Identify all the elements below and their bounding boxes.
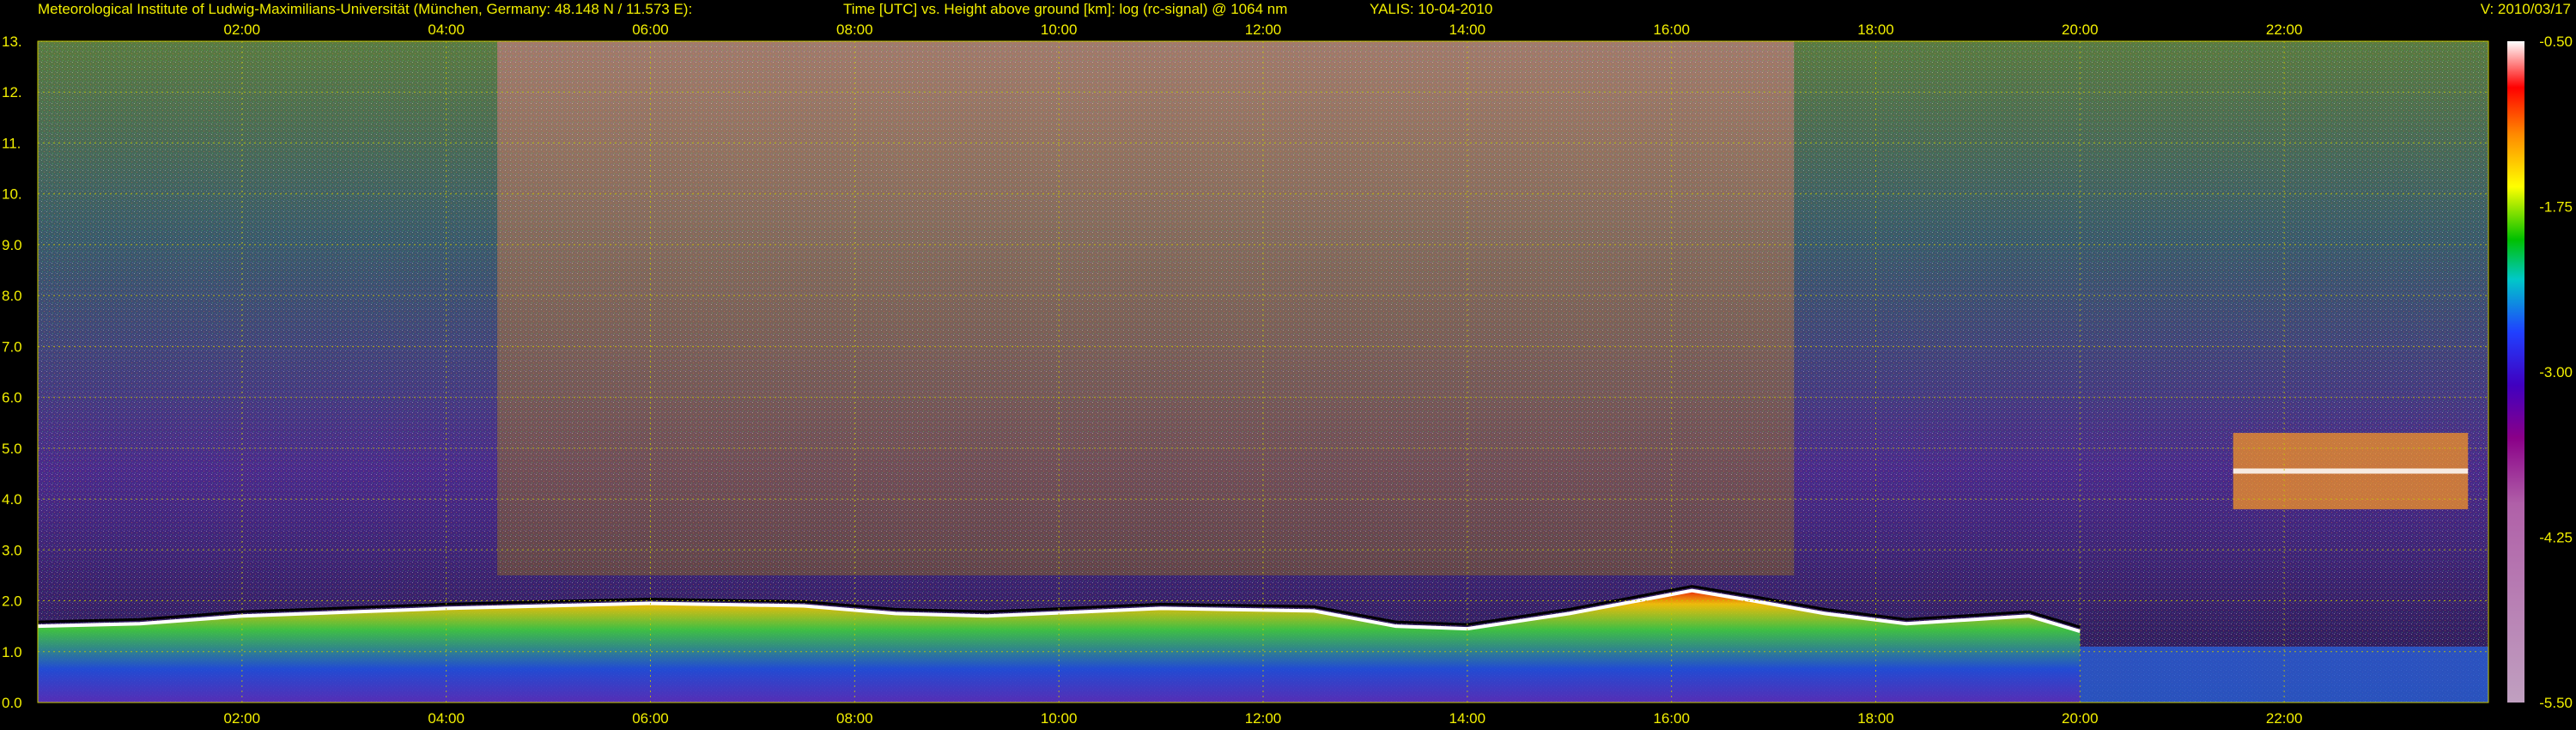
lidar-chart: 02:00 04:00 06:00 08:00 10:00 12:00 14:00 16:00… [2,21,2573,727]
x-tick-label-top: 06:00 [632,21,669,38]
y-tick-label: 9.0 [2,237,22,253]
x-tick-label-bottom: 10:00 [1041,710,1078,727]
x-tick-label-bottom: 08:00 [836,710,873,727]
x-tick-label-bottom: 22:00 [2266,710,2303,727]
x-tick-label-bottom: 06:00 [632,710,669,727]
x-tick-label-top: 14:00 [1449,21,1486,38]
y-axis: 0.0 1.0 2.0 3.0 4.0 5.0 6.0 7.0 8.0 9.0 10. 11. 12. 1… [2,33,22,711]
y-tick-label: 2.0 [2,593,22,610]
colorbar-tick-label: -1.75 [2539,199,2573,216]
x-tick-label-top: 08:00 [836,21,873,38]
y-tick-label: 0.0 [2,695,22,711]
colorbar-tick-label: -0.50 [2539,33,2573,50]
colorbar: -0.50 -1.75 -3.00 -4.25 -5.50 [2507,33,2573,711]
x-axis-bottom: 02:00 04:00 06:00 08:00 10:00 12:00 14:00 16:00… [224,710,2303,727]
x-tick-label-bottom: 16:00 [1653,710,1690,727]
cloud-layer-core [2233,468,2469,474]
x-tick-label-bottom: 04:00 [428,710,465,727]
x-tick-label-top: 18:00 [1857,21,1894,38]
x-tick-label-bottom: 20:00 [2062,710,2099,727]
x-tick-label-top: 04:00 [428,21,465,38]
x-tick-label-top: 10:00 [1041,21,1078,38]
x-tick-label-top: 16:00 [1653,21,1690,38]
colorbar-tick-label: -3.00 [2539,364,2573,380]
y-tick-label: 7.0 [2,338,22,355]
colorbar-tick-label: -4.25 [2539,530,2573,546]
y-tick-label: 1.0 [2,644,22,660]
y-tick-label: 8.0 [2,288,22,304]
y-tick-label: 10. [2,186,22,203]
y-tick-label: 13. [2,33,22,50]
colorbar-tick-label: -5.50 [2539,695,2573,711]
colorbar-scale [2507,41,2524,703]
x-tick-label-bottom: 12:00 [1245,710,1282,727]
y-tick-label: 3.0 [2,542,22,558]
x-tick-label-top: 22:00 [2266,21,2303,38]
cloud-layer [2233,433,2469,509]
x-tick-label-top: 02:00 [224,21,261,38]
y-tick-label: 12. [2,84,22,100]
x-axis-top: 02:00 04:00 06:00 08:00 10:00 12:00 14:00 16:00… [224,21,2303,38]
y-tick-label: 5.0 [2,441,22,457]
y-tick-label: 6.0 [2,390,22,406]
x-tick-label-bottom: 02:00 [224,710,261,727]
x-tick-label-top: 20:00 [2062,21,2099,38]
x-tick-label-top: 12:00 [1245,21,1282,38]
y-tick-label: 4.0 [2,491,22,508]
y-tick-label: 11. [2,135,21,151]
x-tick-label-bottom: 14:00 [1449,710,1486,727]
x-tick-label-bottom: 18:00 [1857,710,1894,727]
